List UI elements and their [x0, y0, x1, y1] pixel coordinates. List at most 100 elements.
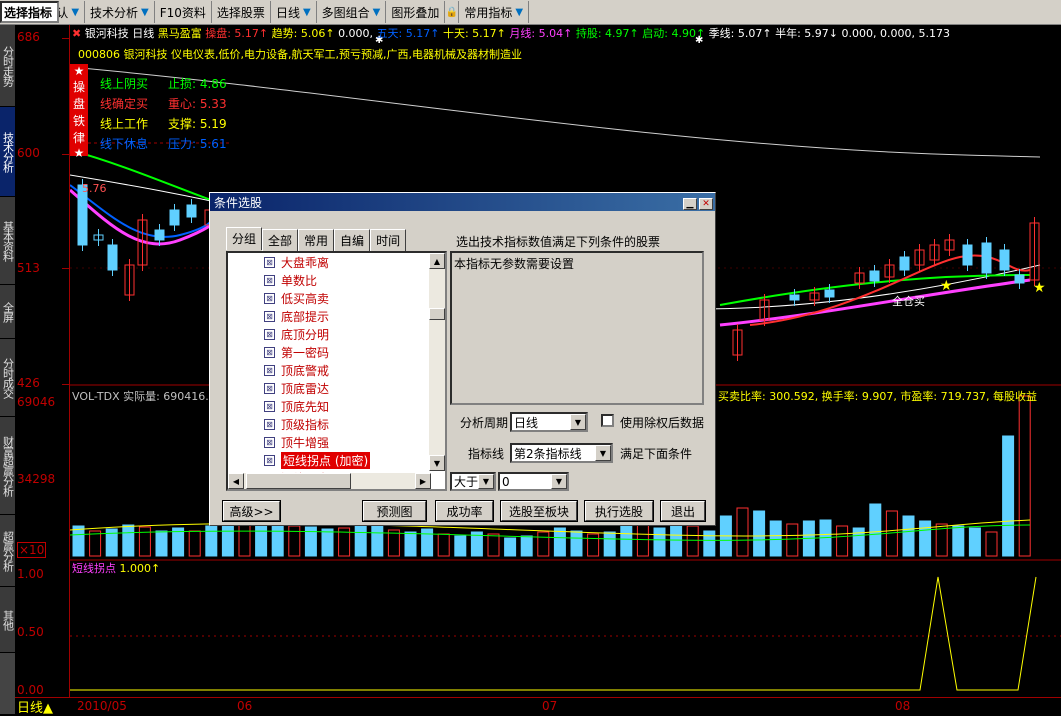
execute-select-button[interactable]: 执行选股	[584, 500, 654, 522]
sidebar-tab[interactable]: 分时成交	[0, 339, 15, 417]
sidebar-tab[interactable]: 分时走势	[0, 25, 15, 107]
chevron-down-icon[interactable]: ▼	[373, 7, 381, 18]
toolbar-item[interactable]: 图形叠加	[386, 1, 446, 23]
scroll-left-icon[interactable]: ◀	[228, 473, 244, 489]
indicator-icon: ⊠	[264, 310, 275, 322]
minimize-icon[interactable]: ▁	[683, 197, 697, 210]
volume-bar	[504, 537, 517, 557]
to-sector-button[interactable]: 选股至板块	[500, 500, 578, 522]
ma-chiyou: 持股: 4.97↑	[575, 27, 639, 40]
operator-value: 大于	[454, 475, 479, 489]
description-text: 本指标无参数需要设置	[454, 257, 575, 271]
rule-label: 线确定买	[100, 97, 149, 111]
chevron-down-icon[interactable]: ▼	[71, 7, 79, 18]
date-label: 2010/05	[77, 699, 127, 713]
sidebar-tab[interactable]: 基本资料	[0, 197, 15, 285]
tree-item-label: 顶底雷达	[281, 381, 330, 396]
toolbar-item[interactable]: 多图组合 ▼	[317, 1, 387, 23]
dialog-tab[interactable]: 时间	[370, 229, 407, 251]
scroll-right-icon[interactable]: ▶	[415, 473, 431, 489]
sidebar-tab[interactable]: 其他	[0, 587, 15, 653]
indicator-icon: ⊠	[264, 292, 275, 304]
sidebar-tab[interactable]: 技术分析	[0, 107, 15, 197]
toolbar-label: 日线	[275, 5, 300, 20]
tree-item[interactable]: ⊠ 顶底警戒	[228, 361, 445, 379]
exit-button[interactable]: 退出	[660, 500, 706, 522]
dialog-tab[interactable]: 分组	[226, 227, 263, 250]
indicator-icon: ⊠	[264, 328, 275, 340]
tree-item[interactable]: ⊠ 底顶分明	[228, 325, 445, 343]
sidebar-tab[interactable]: 财富超赢分析	[0, 417, 15, 515]
ma-shitian: 十天: 5.17↑	[442, 27, 506, 40]
tree-item[interactable]: ⊠ 顶级指标	[228, 415, 445, 433]
volume-bar	[172, 527, 185, 557]
condition-select-dialog: 条件选股 ▁ ✕ 分组 全部 常用 自编 时间 ⊠ 大盘乖离 ⊠ 单数比 ⊠ 低买高卖 ⊠ 底部提示 ⊠ 底…	[209, 192, 716, 526]
price-tick: 600	[17, 146, 40, 160]
rule-row: 线确定买 重心: 5.33	[100, 95, 227, 115]
dialog-heading: 选出技术指标数值满足下列条件的股票	[456, 235, 661, 249]
vol-stats: 买卖比率: 300.592, 换手率: 9.907, 市盈率: 719.737,…	[718, 390, 1038, 403]
ma-jixian: 季线: 5.07↑	[708, 27, 772, 40]
dialog-tab[interactable]: 全部	[262, 229, 299, 251]
volume-bar	[653, 527, 666, 557]
vertical-scrollbar[interactable]: ▲ ▼	[429, 253, 445, 471]
tree-item[interactable]: ⊠ 短线拐点 (加密)	[228, 451, 445, 469]
price-tick: 513	[17, 261, 40, 275]
tree-item[interactable]: ⊠ 单数比	[228, 271, 445, 289]
toolbar-item[interactable]: 技术分析 ▼	[85, 1, 155, 23]
toolbar-item[interactable]: 日线 ▼	[271, 1, 317, 23]
badge-char: 操	[72, 80, 85, 94]
chevron-down-icon[interactable]: ▼	[303, 7, 311, 18]
volume-bar	[553, 527, 566, 557]
toolbar-item[interactable]: 选择股票	[212, 1, 271, 23]
dialog-tab[interactable]: 常用	[298, 229, 335, 251]
rule-label: 线上工作	[100, 117, 149, 131]
line-value: 第2条指标线	[514, 446, 582, 461]
toolbar: Level2默认▼技术分析▼F10资料选择股票选择指标日线▼多图组合▼图形叠加🔒…	[0, 0, 1061, 25]
tree-item[interactable]: ⊠ 第一密码	[228, 343, 445, 361]
toolbar-item[interactable]: 常用指标 ▼	[459, 1, 530, 23]
advanced-button[interactable]: 高级>>	[222, 500, 281, 522]
indicator-icon: ⊠	[264, 454, 275, 466]
indicator-icon: ⊠	[264, 382, 275, 394]
rule-value: 支撑: 5.19	[168, 117, 227, 131]
indicator-tree[interactable]: ⊠ 大盘乖离 ⊠ 单数比 ⊠ 低买高卖 ⊠ 底部提示 ⊠ 底顶分明 ⊠ 第一密码 ⊠ 顶底警戒 ⊠ 顶底雷达 ⊠…	[226, 251, 447, 491]
chevron-down-icon[interactable]: ▼	[515, 7, 523, 18]
dialog-tabs: 分组 全部 常用 自编 时间	[226, 227, 407, 251]
tree-item-label: 顶底先知	[281, 399, 330, 414]
tree-item[interactable]: ⊠ 低买高卖	[228, 289, 445, 307]
forecast-button[interactable]: 预测图	[362, 500, 427, 522]
period-indicator[interactable]: 日线▲	[17, 697, 53, 716]
volume-bar	[587, 533, 600, 557]
scroll-down-icon[interactable]: ▼	[429, 455, 445, 471]
tick-mark	[62, 154, 70, 155]
tree-item[interactable]: ⊠ 顶牛增强	[228, 433, 445, 451]
tree-item[interactable]: ⊠ 顶底先知	[228, 397, 445, 415]
close-icon[interactable]: ✖	[72, 27, 81, 40]
toolbar-item[interactable]: F10资料	[155, 1, 212, 23]
indicator-icon: ⊠	[264, 436, 275, 448]
tree-item[interactable]: ⊠ 底部提示	[228, 307, 445, 325]
sidebar-tab[interactable]: 超赢分析	[0, 515, 15, 587]
sidebar-tab[interactable]: 全屏	[0, 285, 15, 339]
close-icon[interactable]: ✕	[699, 197, 713, 210]
value-input[interactable]: 0 ▼	[498, 472, 569, 491]
rule-row: 线上工作 支撑: 5.19	[100, 115, 227, 135]
horizontal-scrollbar[interactable]: ◀ ▶	[228, 473, 431, 489]
tree-item[interactable]: ⊠ 大盘乖离	[228, 253, 445, 271]
scroll-up-icon[interactable]: ▲	[429, 253, 445, 269]
indicator-line-select[interactable]: 第2条指标线 ▼	[510, 443, 613, 463]
scroll-thumb[interactable]	[246, 473, 351, 489]
dialog-tab[interactable]: 自编	[334, 229, 371, 251]
chevron-down-icon[interactable]: ▼	[141, 7, 149, 18]
period-select[interactable]: 日线 ▼	[510, 412, 588, 432]
rights-checkbox[interactable]	[601, 414, 614, 427]
toolbar-item[interactable]: 选择指标	[0, 1, 60, 23]
volume-bar	[869, 503, 882, 557]
tree-item[interactable]: ⊠ 顶底雷达	[228, 379, 445, 397]
operator-select[interactable]: 大于 ▼	[450, 472, 496, 491]
tree-item-label: 顶级指标	[281, 417, 330, 432]
scroll-thumb[interactable]	[429, 308, 445, 320]
lock-icon[interactable]: 🔒	[445, 1, 460, 23]
success-rate-button[interactable]: 成功率	[435, 500, 494, 522]
